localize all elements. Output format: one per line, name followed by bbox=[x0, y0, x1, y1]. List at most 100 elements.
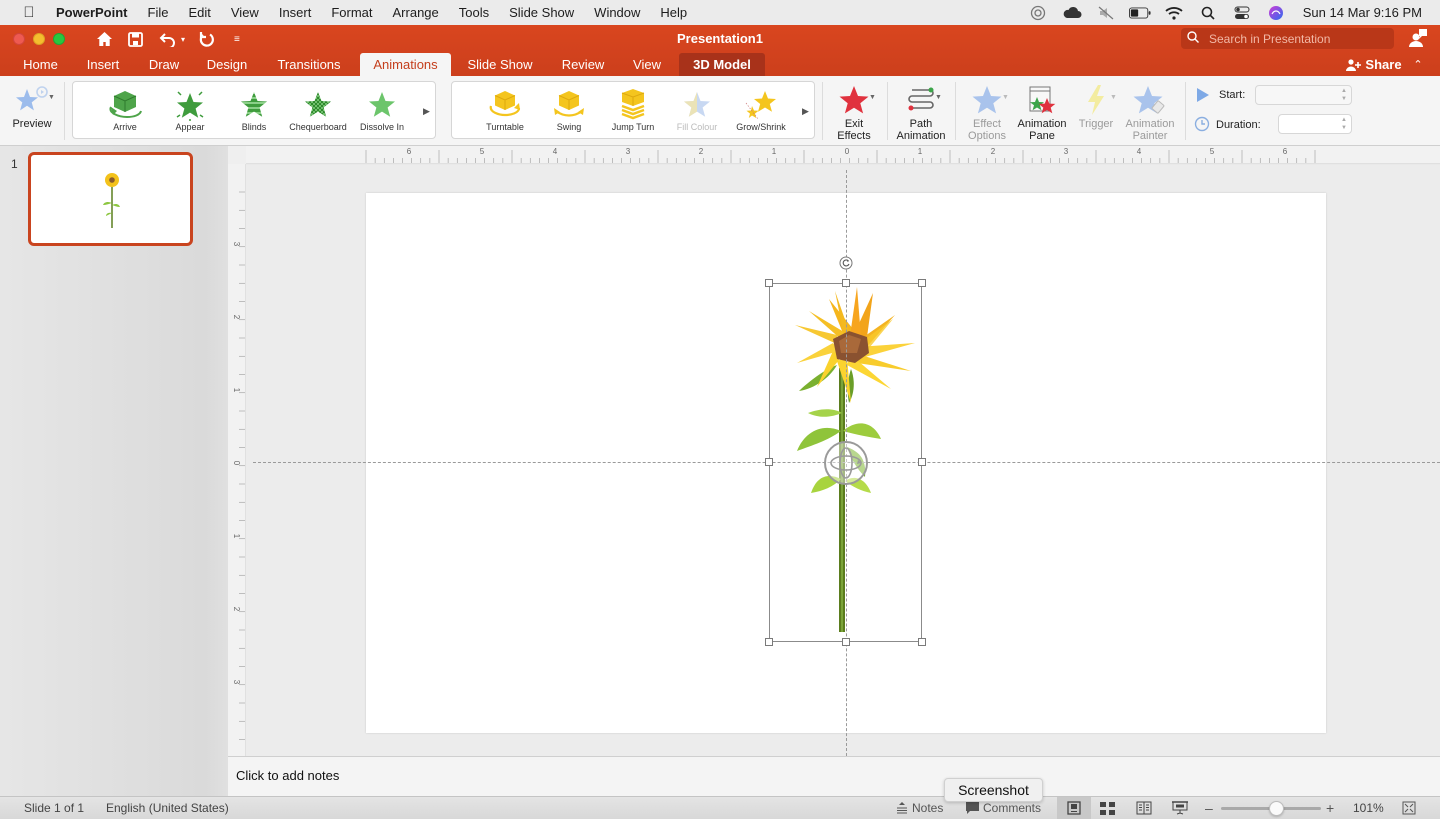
horizontal-ruler[interactable]: 6 5 4 3 2 1 0 1 2 3 4 5 6 bbox=[246, 146, 1440, 164]
resize-handle-top-left[interactable] bbox=[765, 279, 773, 287]
trigger-dropdown-icon[interactable]: ▼ bbox=[1110, 94, 1117, 101]
vertical-ruler[interactable]: 3 2 1 0 1 2 3 bbox=[228, 164, 246, 756]
resize-handle-bottom-left[interactable] bbox=[765, 638, 773, 646]
effect-fill-colour[interactable]: Fill Colour bbox=[662, 88, 732, 132]
creative-cloud-icon[interactable] bbox=[1027, 5, 1049, 21]
effect-options-dropdown-icon[interactable]: ▼ bbox=[1002, 94, 1009, 101]
wifi-icon[interactable] bbox=[1163, 5, 1185, 21]
duration-stepper[interactable]: ▲ ▼ bbox=[1278, 114, 1352, 134]
effect-swing[interactable]: Swing bbox=[534, 88, 604, 132]
menu-window[interactable]: Window bbox=[594, 5, 640, 20]
effect-blinds[interactable]: Blinds bbox=[219, 88, 289, 132]
redo-icon[interactable] bbox=[199, 29, 215, 49]
undo-dropdown-icon[interactable]: ▾ bbox=[181, 29, 185, 49]
effect-turntable[interactable]: Turntable bbox=[470, 88, 540, 132]
menubar-clock[interactable]: Sun 14 Mar 9:16 PM bbox=[1303, 5, 1422, 20]
menu-app-name[interactable]: PowerPoint bbox=[56, 5, 128, 20]
zoom-slider[interactable] bbox=[1221, 801, 1321, 816]
preview-dropdown-icon[interactable]: ▼ bbox=[48, 94, 55, 101]
close-window-button[interactable] bbox=[13, 33, 25, 45]
tab-view[interactable]: View bbox=[623, 53, 671, 76]
trigger-button[interactable]: Trigger bbox=[1074, 82, 1118, 130]
gallery-scroll-arrow[interactable]: ▶ bbox=[423, 106, 430, 117]
effect-grow-shrink[interactable]: Grow/Shrink bbox=[726, 88, 796, 132]
zoom-out-button[interactable]: – bbox=[1205, 800, 1213, 816]
effect-jump-turn[interactable]: Jump Turn bbox=[598, 88, 668, 132]
undo-icon[interactable] bbox=[159, 29, 177, 49]
tab-animations[interactable]: Animations bbox=[360, 53, 451, 76]
animation-pane-button[interactable]: Animation Pane bbox=[1014, 82, 1070, 142]
siri-icon[interactable] bbox=[1265, 5, 1287, 21]
notes-toggle-button[interactable]: Notes bbox=[896, 800, 943, 816]
tab-home[interactable]: Home bbox=[14, 53, 67, 76]
resize-handle-bottom[interactable] bbox=[842, 638, 850, 646]
notes-pane[interactable]: Click to add notes bbox=[228, 756, 1440, 796]
menu-tools[interactable]: Tools bbox=[459, 5, 489, 20]
preview-button[interactable]: Preview bbox=[6, 82, 58, 130]
tab-transitions[interactable]: Transitions bbox=[266, 53, 352, 76]
slide-sorter-button[interactable] bbox=[1100, 800, 1115, 816]
exit-effects-dropdown-icon[interactable]: ▼ bbox=[869, 94, 876, 101]
tab-design[interactable]: Design bbox=[197, 53, 257, 76]
zoom-slider-thumb[interactable] bbox=[1269, 801, 1284, 816]
zoom-window-button[interactable] bbox=[53, 33, 65, 45]
comments-person-icon[interactable] bbox=[1408, 28, 1428, 48]
spotlight-search-icon[interactable] bbox=[1197, 5, 1219, 21]
gallery-scroll-arrow[interactable]: ▶ bbox=[802, 106, 809, 117]
resize-handle-bottom-right[interactable] bbox=[918, 638, 926, 646]
comments-toggle-button[interactable]: Comments bbox=[966, 800, 1041, 816]
tab-3d-model[interactable]: 3D Model bbox=[679, 53, 765, 76]
path-animation-button[interactable]: Path Animation bbox=[893, 82, 949, 142]
menu-slide-show[interactable]: Slide Show bbox=[509, 5, 574, 20]
home-icon[interactable] bbox=[96, 29, 113, 49]
menu-arrange[interactable]: Arrange bbox=[393, 5, 439, 20]
minimize-window-button[interactable] bbox=[33, 33, 45, 45]
menu-insert[interactable]: Insert bbox=[279, 5, 312, 20]
battery-icon[interactable] bbox=[1128, 5, 1151, 21]
control-center-icon[interactable] bbox=[1231, 5, 1253, 21]
cloud-icon[interactable] bbox=[1061, 5, 1083, 21]
menu-format[interactable]: Format bbox=[331, 5, 372, 20]
tab-slide-show[interactable]: Slide Show bbox=[459, 53, 541, 76]
menu-file[interactable]: File bbox=[148, 5, 169, 20]
tab-insert[interactable]: Insert bbox=[78, 53, 128, 76]
notes-placeholder[interactable]: Click to add notes bbox=[236, 768, 339, 783]
resize-handle-top-right[interactable] bbox=[918, 279, 926, 287]
customize-toolbar-icon[interactable]: ≡ bbox=[234, 29, 240, 49]
tab-draw[interactable]: Draw bbox=[139, 53, 189, 76]
animation-painter-button[interactable]: Animation Painter bbox=[1122, 82, 1178, 142]
zoom-in-button[interactable]: + bbox=[1326, 800, 1334, 816]
resize-handle-right[interactable] bbox=[918, 458, 926, 466]
animation-painter-icon bbox=[1122, 82, 1178, 118]
slide-show-button[interactable] bbox=[1172, 800, 1188, 816]
fit-to-window-button[interactable] bbox=[1402, 800, 1416, 816]
effect-chequerboard[interactable]: Chequerboard bbox=[283, 88, 353, 132]
effect-dissolve-in[interactable]: Dissolve In bbox=[347, 88, 417, 132]
effect-arrive[interactable]: Arrive bbox=[90, 88, 160, 132]
search-input[interactable]: Search in Presentation bbox=[1181, 28, 1394, 49]
path-animation-dropdown-icon[interactable]: ▼ bbox=[935, 94, 942, 101]
3d-rotate-control-icon[interactable] bbox=[822, 440, 870, 491]
collapse-ribbon-icon[interactable]: ⌃ bbox=[1410, 53, 1426, 76]
effect-appear[interactable]: Appear bbox=[155, 88, 225, 132]
zoom-percentage[interactable]: 101% bbox=[1353, 801, 1384, 815]
normal-view-button[interactable] bbox=[1057, 797, 1091, 819]
rotate-handle-icon[interactable] bbox=[839, 256, 853, 275]
exit-effects-button[interactable]: Exit Effects bbox=[829, 82, 879, 142]
language-indicator[interactable]: English (United States) bbox=[106, 801, 229, 815]
share-button[interactable]: Share bbox=[1344, 53, 1404, 76]
effect-label: Dissolve In bbox=[359, 122, 404, 132]
start-select[interactable]: ▲ ▼ bbox=[1255, 85, 1352, 105]
effect-options-button[interactable]: Effect Options bbox=[962, 82, 1012, 142]
menu-help[interactable]: Help bbox=[660, 5, 687, 20]
resize-handle-top[interactable] bbox=[842, 279, 850, 287]
reading-view-button[interactable] bbox=[1136, 800, 1152, 816]
tab-review[interactable]: Review bbox=[552, 53, 614, 76]
resize-handle-left[interactable] bbox=[765, 458, 773, 466]
slide-thumbnail[interactable] bbox=[28, 152, 193, 246]
volume-muted-icon[interactable] bbox=[1095, 5, 1117, 21]
menu-view[interactable]: View bbox=[231, 5, 259, 20]
save-icon[interactable] bbox=[128, 29, 143, 49]
apple-menu-icon[interactable]:  bbox=[20, 4, 38, 21]
menu-edit[interactable]: Edit bbox=[188, 5, 210, 20]
